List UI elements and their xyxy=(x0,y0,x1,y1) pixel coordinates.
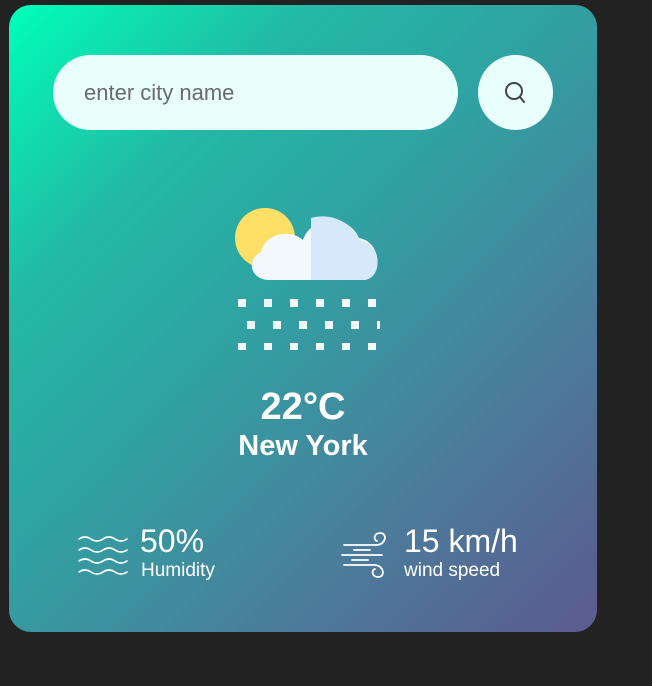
wind-value: 15 km/h xyxy=(404,523,518,559)
weather-card: 22°C New York 50% Humidity 15 km/h wind … xyxy=(9,5,597,632)
search-button[interactable] xyxy=(478,55,553,130)
wind-label: wind speed xyxy=(404,560,501,581)
waves-icon xyxy=(78,536,128,575)
city-name: New York xyxy=(238,430,368,462)
search-icon xyxy=(504,81,525,103)
humidity-label: Humidity xyxy=(141,560,215,581)
humidity-value: 50% xyxy=(140,523,205,559)
search-input[interactable] xyxy=(53,55,458,130)
wind-icon xyxy=(341,532,386,578)
snow-cloud-sun-icon xyxy=(235,208,380,350)
temperature: 22°C xyxy=(260,386,346,428)
